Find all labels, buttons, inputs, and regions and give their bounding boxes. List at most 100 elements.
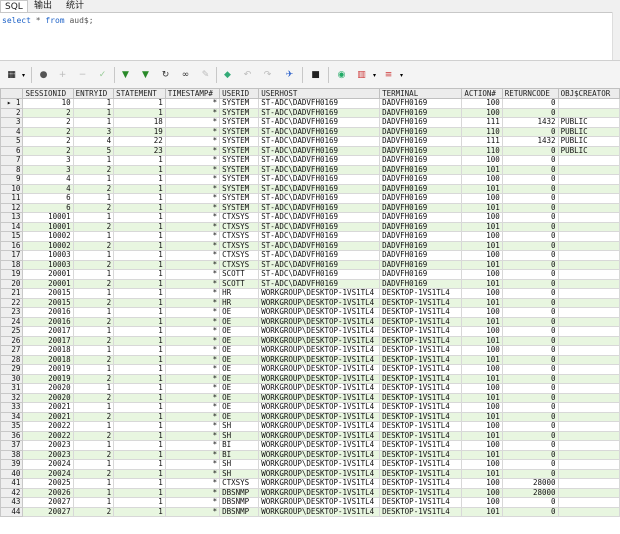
table-cell[interactable]: * [164,250,221,261]
table-cell[interactable]: 1 [113,174,166,185]
table-cell[interactable]: 6 [22,193,74,204]
table-cell[interactable]: 1 [113,449,166,460]
table-cell[interactable]: 100 [461,497,503,508]
table-cell[interactable]: * [164,373,221,384]
table-cell[interactable]: 19 [113,126,166,137]
row-number[interactable]: 17 [0,250,24,261]
table-cell[interactable]: 1 [72,345,115,356]
table-cell[interactable]: 0 [501,259,559,270]
table-cell[interactable] [557,231,620,242]
table-cell[interactable]: 1432 [501,117,559,128]
table-cell[interactable]: 100 [461,98,503,109]
table-cell[interactable]: 0 [501,278,559,289]
table-row[interactable]: 21 20015 1 1 * HR WORKGROUP\DESKTOP-1VS1TL4 DES… [0,288,620,299]
table-cell[interactable]: ST-ADC\DADVFH0169 [258,278,381,289]
table-cell[interactable]: DESKTOP-1VS1TL4 [379,402,463,413]
table-cell[interactable]: 20027 [22,506,74,517]
table-cell[interactable]: * [164,316,221,327]
table-row[interactable]: 16 10002 2 1 * CTXSYS ST-ADC\DADVFH0169 DADVFH0… [0,240,620,251]
table-cell[interactable]: 100 [461,478,503,489]
refresh-icon[interactable]: ↻ [160,70,171,81]
table-cell[interactable]: DESKTOP-1VS1TL4 [379,440,463,451]
table-cell[interactable]: 1 [113,345,166,356]
table-cell[interactable]: 0 [501,297,559,308]
table-cell[interactable]: SYSTEM [219,202,260,213]
table-cell[interactable]: * [164,364,221,375]
table-cell[interactable]: * [164,430,221,441]
table-cell[interactable]: ST-ADC\DADVFH0169 [258,98,381,109]
table-row[interactable]: 19 20001 1 1 * SCOTT ST-ADC\DADVFH0169 DADVFH01… [0,269,620,280]
table-cell[interactable]: 0 [501,335,559,346]
table-row[interactable]: 26 20017 2 1 * OE WORKGROUP\DESKTOP-1VS1TL4 DES… [0,335,620,346]
table-cell[interactable]: SYSTEM [219,145,260,156]
row-number[interactable]: 32 [0,392,24,403]
row-number[interactable]: 12 [0,202,24,213]
table-cell[interactable] [557,183,620,194]
table-cell[interactable]: 6 [22,202,74,213]
table-cell[interactable]: 20021 [22,402,74,413]
table-cell[interactable]: DADVFH0169 [379,136,463,147]
table-cell[interactable]: 1 [113,183,166,194]
table-cell[interactable]: 0 [501,307,559,318]
row-number[interactable]: 34 [0,411,24,422]
table-cell[interactable]: * [164,392,221,403]
table-cell[interactable]: ST-ADC\DADVFH0169 [258,231,381,242]
table-cell[interactable]: 0 [501,193,559,204]
table-cell[interactable]: * [164,136,221,147]
table-cell[interactable]: DADVFH0169 [379,250,463,261]
table-cell[interactable]: 20024 [22,459,74,470]
table-cell[interactable]: * [164,449,221,460]
table-cell[interactable]: WORKGROUP\DESKTOP-1VS1TL4 [258,316,381,327]
table-cell[interactable]: 0 [501,459,559,470]
table-cell[interactable]: SYSTEM [219,155,260,166]
table-cell[interactable]: 0 [501,345,559,356]
row-number[interactable]: 3 [0,117,24,128]
table-cell[interactable]: BI [219,449,260,460]
table-cell[interactable]: 100 [461,269,503,280]
table-cell[interactable]: DESKTOP-1VS1TL4 [379,459,463,470]
table-cell[interactable]: 100 [461,107,503,118]
table-cell[interactable]: 1 [113,411,166,422]
table-cell[interactable]: ST-ADC\DADVFH0169 [258,240,381,251]
table-cell[interactable]: 0 [501,269,559,280]
table-cell[interactable]: 110 [461,126,503,137]
table-cell[interactable]: 20021 [22,411,74,422]
table-cell[interactable]: WORKGROUP\DESKTOP-1VS1TL4 [258,383,381,394]
table-cell[interactable]: ST-ADC\DADVFH0169 [258,269,381,280]
table-cell[interactable]: DESKTOP-1VS1TL4 [379,316,463,327]
table-cell[interactable]: * [164,478,221,489]
table-cell[interactable]: 1 [72,107,115,118]
dropdown-arrow-icon[interactable]: ▾ [369,70,380,81]
table-cell[interactable] [557,373,620,384]
editor-scrollbar[interactable] [612,12,620,60]
table-cell[interactable]: * [164,164,221,175]
db-icon[interactable]: ◉ [336,70,347,81]
table-cell[interactable]: SH [219,468,260,479]
table-cell[interactable]: PUBLIC [557,145,620,156]
table-cell[interactable]: 3 [22,155,74,166]
table-cell[interactable]: 1432 [501,136,559,147]
table-cell[interactable]: 100 [461,212,503,223]
table-cell[interactable]: BI [219,440,260,451]
table-cell[interactable]: 1 [113,164,166,175]
table-cell[interactable] [557,487,620,498]
table-cell[interactable]: ST-ADC\DADVFH0169 [258,193,381,204]
table-cell[interactable]: 100 [461,383,503,394]
table-cell[interactable]: * [164,421,221,432]
table-row[interactable]: 27 20018 1 1 * OE WORKGROUP\DESKTOP-1VS1TL4 DES… [0,345,620,356]
table-cell[interactable] [557,259,620,270]
table-cell[interactable]: 101 [461,316,503,327]
table-cell[interactable]: ST-ADC\DADVFH0169 [258,202,381,213]
table-cell[interactable]: 2 [72,449,115,460]
table-row[interactable]: 18 10003 2 1 * CTXSYS ST-ADC\DADVFH0169 DADVFH0… [0,259,620,270]
table-cell[interactable]: DESKTOP-1VS1TL4 [379,449,463,460]
table-cell[interactable]: 20016 [22,316,74,327]
table-cell[interactable]: DADVFH0169 [379,145,463,156]
table-cell[interactable]: 0 [501,402,559,413]
table-cell[interactable]: 0 [501,430,559,441]
table-cell[interactable]: 10003 [22,259,74,270]
table-row[interactable]: 5 2 4 22 * SYSTEM ST-ADC\DADVFH0169 DADVFH0169 1… [0,136,620,147]
row-number[interactable]: 20 [0,278,24,289]
filter-clear-icon[interactable]: ▼ [140,70,151,81]
table-row[interactable]: 44 20027 2 1 * DBSNMP WORKGROUP\DESKTOP-1VS1TL… [0,506,620,517]
